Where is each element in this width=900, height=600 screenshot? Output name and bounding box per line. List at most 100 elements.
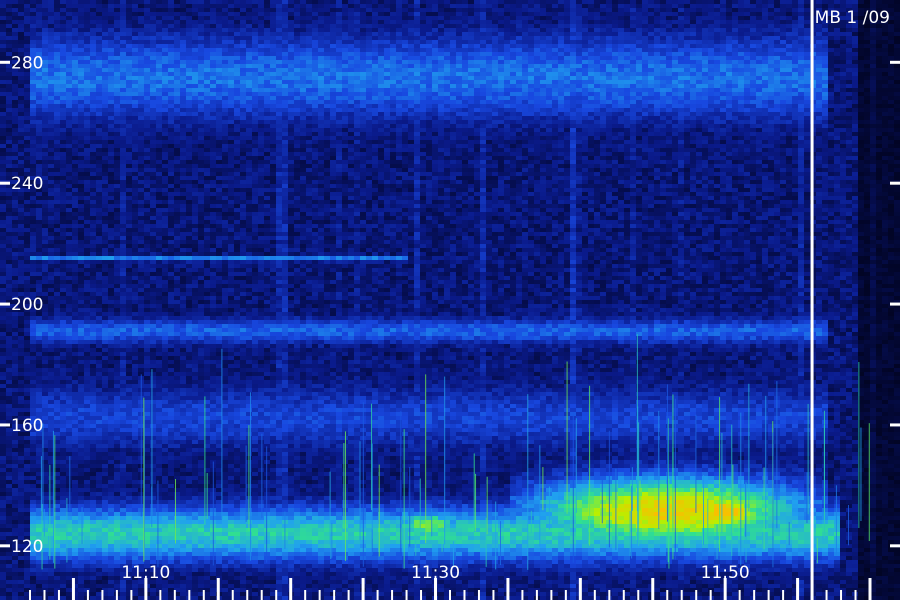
heatmap-cell <box>354 60 360 64</box>
heatmap-cell <box>480 108 486 112</box>
heatmap-cell <box>852 128 858 132</box>
heatmap-cell <box>264 16 270 20</box>
heatmap-cell <box>198 128 204 132</box>
heatmap-cell <box>444 104 450 108</box>
heatmap-cell <box>762 64 768 68</box>
heatmap-cell <box>630 112 636 116</box>
heatmap-cell <box>738 80 744 84</box>
heatmap-cell <box>54 72 60 76</box>
heatmap-cell <box>222 80 228 84</box>
heatmap-cell <box>168 4 174 8</box>
heatmap-cell <box>636 104 642 108</box>
heatmap-cell <box>540 84 546 88</box>
heatmap-cell <box>684 52 690 56</box>
heatmap-cell <box>792 52 798 56</box>
heatmap-cell <box>66 56 72 60</box>
heatmap-cell <box>654 40 660 44</box>
heatmap-cell <box>630 52 636 56</box>
heatmap-cell <box>660 16 666 20</box>
heatmap-cell <box>180 48 186 52</box>
heatmap-cell <box>480 68 486 72</box>
heatmap-cell <box>552 32 558 36</box>
heatmap-cell <box>210 108 216 112</box>
heatmap-cell <box>780 96 786 100</box>
heatmap-cell <box>300 116 306 120</box>
heatmap-cell <box>192 52 198 56</box>
heatmap-cell <box>36 16 42 20</box>
heatmap-cell <box>762 44 768 48</box>
heatmap-cell <box>174 28 180 32</box>
heatmap-cell <box>564 68 570 72</box>
heatmap-cell <box>774 0 780 4</box>
heatmap-cell <box>564 40 570 44</box>
heatmap-cell <box>846 44 852 48</box>
heatmap-cell <box>324 80 330 84</box>
heatmap-cell <box>672 112 678 116</box>
heatmap-cell <box>882 52 888 56</box>
heatmap-cell <box>570 52 576 56</box>
heatmap-cell <box>792 88 798 92</box>
heatmap-cell <box>684 120 690 124</box>
heatmap-cell <box>66 104 72 108</box>
heatmap-cell <box>846 36 852 40</box>
heatmap-cell <box>30 48 36 52</box>
heatmap-cell <box>600 116 606 120</box>
heatmap-cell <box>540 64 546 68</box>
heatmap-cell <box>648 20 654 24</box>
heatmap-cell <box>594 92 600 96</box>
heatmap-cell <box>552 84 558 88</box>
heatmap-cell <box>528 124 534 128</box>
heatmap-cell <box>510 44 516 48</box>
heatmap-cell <box>288 64 294 68</box>
heatmap-cell <box>510 76 516 80</box>
heatmap-cell <box>222 104 228 108</box>
heatmap-cell <box>426 108 432 112</box>
heatmap-cell <box>678 20 684 24</box>
heatmap-cell <box>222 108 228 112</box>
heatmap-cell <box>288 72 294 76</box>
heatmap-cell <box>132 68 138 72</box>
heatmap-cell <box>738 32 744 36</box>
heatmap-cell <box>216 56 222 60</box>
heatmap-cell <box>522 80 528 84</box>
heatmap-cell <box>228 88 234 92</box>
heatmap-cell <box>246 112 252 116</box>
heatmap-cell <box>702 128 708 132</box>
heatmap-cell <box>690 116 696 120</box>
heatmap-cell <box>84 28 90 32</box>
heatmap-cell <box>618 76 624 80</box>
heatmap-cell <box>600 92 606 96</box>
heatmap-cell <box>132 132 138 136</box>
heatmap-cell <box>378 92 384 96</box>
heatmap-cell <box>858 40 864 44</box>
heatmap-cell <box>342 84 348 88</box>
heatmap-cell <box>144 36 150 40</box>
heatmap-cell <box>42 44 48 48</box>
heatmap-cell <box>84 32 90 36</box>
heatmap-cell <box>726 72 732 76</box>
heatmap-cell <box>480 32 486 36</box>
heatmap-cell <box>156 104 162 108</box>
heatmap-cell <box>594 40 600 44</box>
heatmap-cell <box>480 128 486 132</box>
heatmap-cell <box>762 20 768 24</box>
heatmap-cell <box>252 8 258 12</box>
heatmap-cell <box>678 12 684 16</box>
heatmap-cell <box>342 96 348 100</box>
heatmap-cell <box>486 76 492 80</box>
heatmap-cell <box>588 8 594 12</box>
heatmap-cell <box>114 48 120 52</box>
heatmap-cell <box>300 68 306 72</box>
heatmap-cell <box>72 28 78 32</box>
heatmap-cell <box>426 84 432 88</box>
heatmap-cell <box>192 16 198 20</box>
heatmap-cell <box>12 36 18 40</box>
heatmap-cell <box>768 84 774 88</box>
heatmap-cell <box>90 4 96 8</box>
heatmap-cell <box>798 120 804 124</box>
heatmap-cell <box>390 128 396 132</box>
heatmap-cell <box>312 112 318 116</box>
heatmap-cell <box>282 36 288 40</box>
heatmap-cell <box>480 76 486 80</box>
heatmap-cell <box>48 36 54 40</box>
